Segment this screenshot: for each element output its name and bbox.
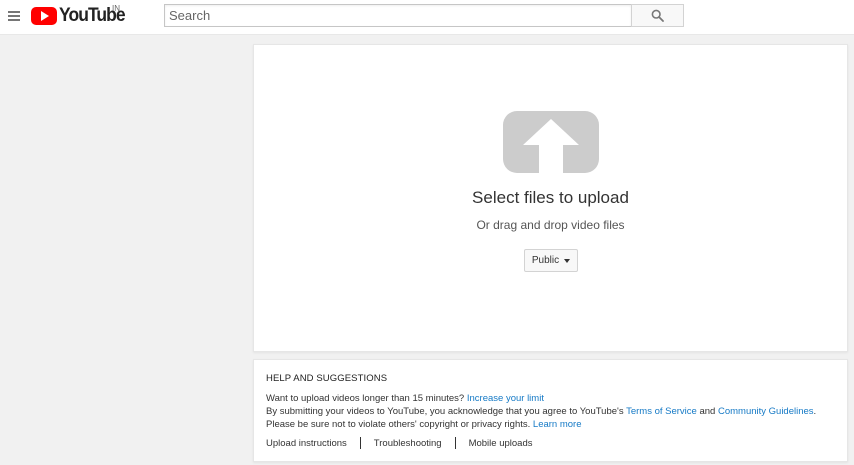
privacy-selected-value: Public (531, 255, 560, 266)
help-line-terms-text: By submitting your videos to YouTube, yo… (266, 406, 624, 417)
help-line-limit-text: Want to upload videos longer than 15 min… (266, 393, 465, 404)
mobile-uploads-link[interactable]: Mobile uploads (469, 438, 533, 449)
search-input[interactable] (164, 4, 631, 27)
community-guidelines-link[interactable]: Community Guidelines (718, 406, 814, 417)
terms-of-service-link[interactable]: Terms of Service (626, 406, 697, 417)
help-line-copyright-text: Please be sure not to violate others' co… (266, 419, 531, 430)
privacy-dropdown[interactable]: Public (524, 249, 578, 272)
youtube-play-icon (31, 7, 57, 25)
upload-arrow-icon[interactable] (503, 111, 599, 173)
learn-more-link[interactable]: Learn more (533, 419, 582, 430)
help-line-terms-end: . (813, 406, 817, 417)
search-icon (651, 9, 664, 22)
upload-panel: Select files to upload Or drag and drop … (253, 44, 848, 352)
upload-instructions-link[interactable]: Upload instructions (266, 438, 347, 449)
troubleshooting-link[interactable]: Troubleshooting (374, 438, 442, 449)
help-line-limit: Want to upload videos longer than 15 min… (266, 393, 544, 404)
help-line-copyright: Please be sure not to violate others' co… (266, 419, 582, 430)
drag-drop-hint: Or drag and drop video files (476, 218, 625, 232)
hamburger-menu-icon[interactable] (8, 11, 20, 21)
help-links: Upload instructions Troubleshooting Mobi… (266, 437, 532, 449)
search-bar (164, 4, 684, 27)
help-title: HELP AND SUGGESTIONS (266, 373, 388, 384)
caret-down-icon (564, 258, 571, 263)
logo-region-label: IN (112, 4, 120, 13)
divider (454, 437, 456, 449)
select-files-label[interactable]: Select files to upload (254, 188, 847, 208)
masthead: YouTube IN (0, 0, 854, 35)
increase-limit-link[interactable]: Increase your limit (467, 393, 544, 404)
divider (359, 437, 361, 449)
help-panel: HELP AND SUGGESTIONS Want to upload vide… (253, 359, 848, 462)
search-button[interactable] (631, 4, 684, 27)
help-line-terms-and: and (699, 406, 716, 417)
help-line-terms: By submitting your videos to YouTube, yo… (266, 406, 816, 417)
